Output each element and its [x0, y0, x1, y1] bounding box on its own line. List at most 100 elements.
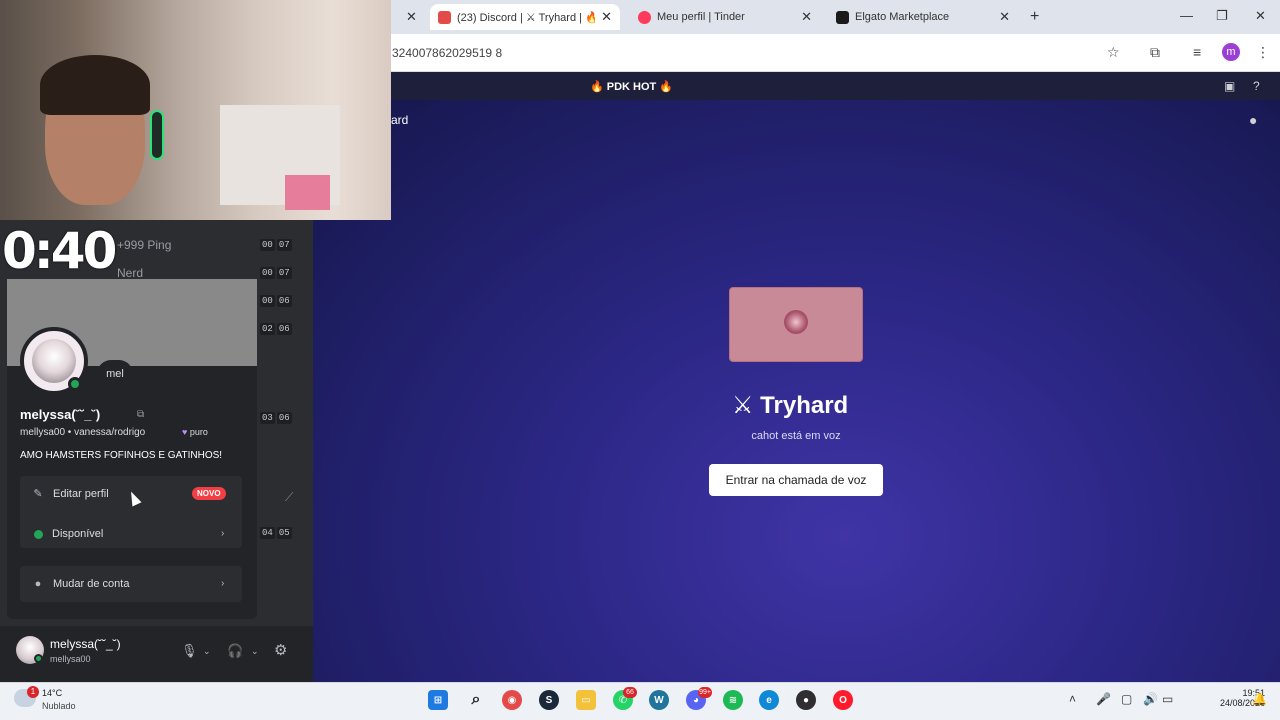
voice-timer: 00 07 [260, 267, 292, 279]
pencil-icon: ✎ [33, 488, 43, 500]
discord-badge: 99+ [698, 687, 712, 698]
webcam-overlay [0, 0, 391, 220]
whatsapp-badge: 66 [623, 687, 637, 698]
online-status-icon [34, 529, 43, 539]
user-panel [0, 626, 313, 682]
edit-profile-button[interactable]: ✎ Editar perfil [32, 487, 108, 501]
new-tab-button[interactable]: + [1030, 8, 1039, 26]
mute-icon[interactable]: ⟋ [285, 490, 293, 505]
wordpress-icon[interactable]: W [649, 690, 669, 710]
discord-top-bar [391, 72, 1280, 100]
windows-taskbar [0, 682, 1280, 720]
chrome-icon[interactable]: ◉ [502, 690, 522, 710]
search-icon[interactable]: ⌕ [466, 690, 486, 710]
windows-start-icon[interactable]: ⊞ [428, 690, 448, 710]
status-button[interactable]: Disponível [32, 528, 103, 540]
close-tab-icon[interactable]: ✕ [601, 9, 612, 25]
profile-display-name: melyssa(˘˘_˘) [20, 407, 101, 422]
gear-icon[interactable]: ⚙ [274, 641, 287, 659]
tab-elgato[interactable]: Elgato Marketplace ✕ [828, 4, 1018, 30]
voice-timer: 00 07 [260, 239, 292, 251]
voice-channel-title: ⚔ Tryhard [732, 392, 849, 419]
inbox-icon[interactable]: ▣ [1224, 79, 1235, 93]
webcam-background-object [285, 175, 330, 210]
profile-bio: AMO HAMSTERS FOFINHOS E GATINHOS! [20, 450, 223, 461]
battery-icon[interactable]: ▭ [1162, 692, 1173, 706]
online-status-icon [68, 377, 82, 391]
star-icon[interactable]: ☆ [1107, 44, 1120, 61]
tinder-favicon-icon [638, 10, 651, 24]
join-voice-button[interactable]: Entrar na chamada de voz [709, 464, 883, 496]
weather-badge: 1 [27, 686, 39, 698]
voice-timer: 00 06 [260, 295, 292, 307]
headset-icon [150, 110, 164, 160]
channel-name: ard [391, 113, 409, 127]
tab-tinder[interactable]: Meu perfil | Tinder ✕ [630, 4, 820, 30]
file-explorer-icon[interactable]: ▭ [576, 690, 596, 710]
close-tab-icon[interactable]: ✕ [406, 9, 417, 25]
new-badge: NOVO [192, 487, 226, 500]
profile-pronouns: vanessa/rodrigo [74, 427, 146, 438]
avatar [784, 310, 808, 334]
voice-user-ping[interactable]: +999 Ping [117, 238, 171, 252]
chevron-right-icon: › [221, 578, 225, 589]
profile-username-line: mellysa00 • vanessa/rodrigo [20, 427, 146, 438]
headphones-icon[interactable]: 🎧 [227, 643, 243, 659]
stream-timer: 0:40 [2, 222, 117, 280]
spotify-icon[interactable]: ≋ [723, 690, 743, 710]
voice-timer: 04 05 [260, 527, 292, 539]
minimize-icon[interactable]: — [1180, 8, 1193, 23]
avatar [32, 339, 76, 383]
chevron-up-icon[interactable]: ˄ [1069, 692, 1076, 706]
microphone-icon[interactable]: 🎙 [181, 643, 198, 659]
switch-account-button[interactable]: ● Mudar de conta [32, 578, 130, 590]
tab-discord[interactable]: (23) Discord | ⚔ Tryhard | 🔥 P ✕ [430, 4, 620, 30]
media-icon[interactable]: ≡ [1193, 44, 1201, 60]
tab-title: Elgato Marketplace [855, 11, 950, 23]
notification-icon[interactable]: 🔔 [1252, 692, 1267, 706]
webcam-person-hair [40, 55, 150, 115]
opera-icon[interactable]: O [833, 690, 853, 710]
elgato-favicon-icon [836, 10, 849, 24]
edge-icon[interactable]: e [759, 690, 779, 710]
steam-icon[interactable]: S [539, 690, 559, 710]
voice-user-nerd[interactable]: Nerd [117, 266, 143, 280]
user-panel-name[interactable]: melyssa(˘˘_˘) [50, 637, 121, 651]
close-window-icon[interactable]: ✕ [1255, 8, 1266, 24]
chevron-right-icon: › [221, 528, 225, 539]
maximize-icon[interactable]: ❐ [1216, 8, 1228, 24]
close-tab-icon[interactable]: ✕ [999, 9, 1010, 25]
account-icon: ● [34, 578, 42, 590]
url-text[interactable]: 324007862029519 8 [392, 46, 502, 60]
voice-timer: 02 06 [260, 323, 292, 335]
copy-icon[interactable]: ⧉ [137, 409, 144, 420]
discord-favicon-icon [438, 10, 451, 24]
voice-timer: 03 06 [260, 412, 292, 424]
voice-channel-subtitle: cahot está em voz [751, 430, 841, 442]
custom-status-bubble[interactable]: mel [97, 360, 133, 388]
menu-icon[interactable]: ⋮ [1256, 44, 1270, 61]
weather-temp[interactable]: 14°C [42, 688, 62, 698]
chevron-down-icon[interactable]: ⌄ [251, 646, 259, 657]
profile-username: mellysa00 [20, 427, 66, 438]
screen: ✕ (23) Discord | ⚔ Tryhard | 🔥 P ✕ Meu p… [0, 0, 1280, 720]
help-icon[interactable]: ? [1253, 79, 1260, 93]
display-icon[interactable]: ▢ [1121, 692, 1132, 706]
profile-icon[interactable]: m [1222, 43, 1240, 61]
volume-icon[interactable]: 🔊 [1143, 692, 1158, 706]
tab-partial[interactable]: ✕ [392, 4, 422, 30]
close-tab-icon[interactable]: ✕ [801, 9, 812, 25]
chevron-down-icon[interactable]: ⌄ [203, 646, 211, 657]
microphone-icon[interactable]: 🎤 [1096, 692, 1111, 706]
tab-title: Meu perfil | Tinder [657, 11, 745, 23]
user-panel-username: mellysa00 [50, 654, 91, 664]
extensions-icon[interactable]: ⧉ [1150, 44, 1160, 61]
weather-desc: Nublado [42, 701, 76, 711]
profile-badge: ♥ puro [182, 427, 208, 437]
server-title: 🔥 PDK HOT 🔥 [590, 81, 674, 93]
chat-icon[interactable]: ● [1249, 112, 1257, 128]
online-status-icon [34, 654, 43, 663]
obs-icon[interactable]: ● [796, 690, 816, 710]
heart-icon: ♥ [182, 427, 188, 437]
tab-title: (23) Discord | ⚔ Tryhard | 🔥 P [457, 11, 596, 24]
